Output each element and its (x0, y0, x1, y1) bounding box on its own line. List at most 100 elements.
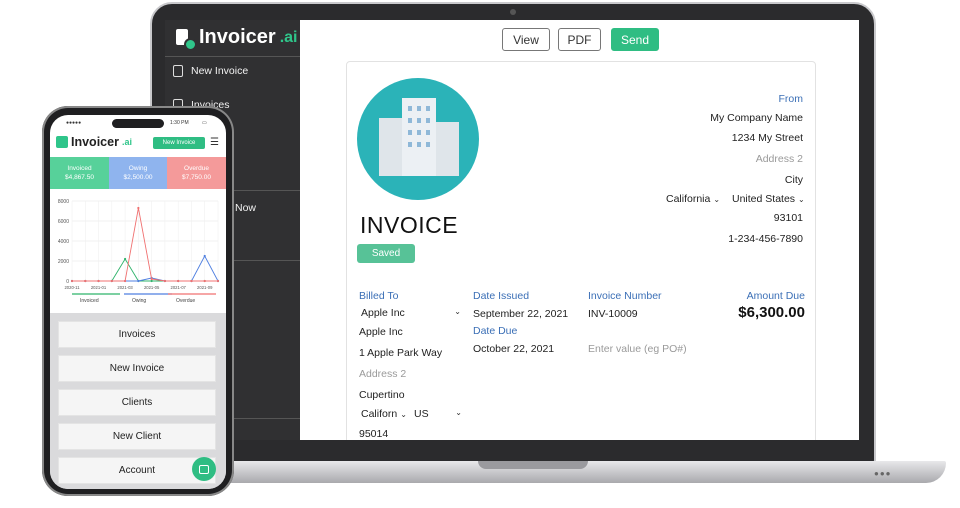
series-line (72, 258, 218, 282)
data-point (177, 279, 180, 283)
data-point (150, 279, 153, 283)
legend-label: Overdue (176, 298, 195, 304)
date-due-label: Date Due (473, 325, 518, 337)
billed-zip-field[interactable]: 95014 (359, 428, 388, 440)
client-select[interactable]: Apple Inc ⌄ (361, 307, 461, 319)
phone-new-invoice-button[interactable]: New Invoice (153, 137, 205, 149)
phone-screen: ●●●●● 1:30 PM ▭ Invoicer .ai New Invoice … (50, 115, 226, 489)
menu-clients-button[interactable]: Clients (58, 389, 216, 416)
stat-invoiced: Invoiced $4,867.50 (50, 157, 109, 189)
building-shape (402, 98, 436, 176)
billed-city-field[interactable]: Cupertino (359, 389, 405, 401)
y-tick-label: 6000 (58, 219, 69, 225)
data-point (150, 277, 153, 281)
y-tick-label: 8000 (58, 199, 69, 205)
series-line (72, 255, 219, 282)
menu-new-client-button[interactable]: New Client (58, 423, 216, 450)
stat-value: $2,500.00 (123, 174, 153, 181)
from-state-select[interactable]: California ⌄ (666, 193, 720, 205)
from-city-field[interactable]: City (785, 174, 803, 186)
sidebar-item-label: Now (235, 202, 257, 214)
x-tick-label: 2021-03 (117, 285, 133, 290)
stat-overdue: Overdue $7,750.00 (167, 157, 226, 189)
data-point (216, 279, 220, 283)
data-point (137, 206, 140, 210)
sidebar-divider (165, 56, 300, 57)
billed-name-field[interactable]: Apple Inc (359, 326, 403, 338)
po-number-field[interactable]: Enter value (eg PO#) (588, 343, 687, 355)
billed-to-label: Billed To (359, 290, 399, 302)
stat-owing: Owing $2,500.00 (109, 157, 167, 189)
hamburger-menu-icon[interactable]: ☰ (210, 137, 219, 148)
sidebar-item-label: New Invoice (191, 65, 249, 77)
company-logo-building-icon[interactable] (357, 78, 479, 200)
sidebar-item-partial-now[interactable]: Now (235, 202, 256, 214)
data-point (190, 279, 193, 283)
brand-logo[interactable]: Invoicer .ai (173, 26, 298, 51)
building-shape (379, 118, 403, 176)
send-button[interactable]: Send (611, 28, 659, 51)
x-tick-label: 2020-11 (64, 285, 80, 290)
data-point (123, 279, 127, 283)
billed-street-field[interactable]: 1 Apple Park Way (359, 347, 442, 359)
billed-address2-field[interactable]: Address 2 (359, 368, 406, 380)
legend-label: Invoiced (80, 298, 99, 304)
data-point (163, 279, 167, 283)
from-country-select[interactable]: United States ⌄ (732, 193, 805, 205)
billed-country-value: US (414, 408, 429, 420)
data-point (137, 279, 140, 283)
y-tick-label: 4000 (58, 239, 69, 245)
invoice-number-field[interactable]: INV-10009 (588, 308, 638, 320)
chevron-down-icon: ⌄ (455, 408, 462, 417)
amount-due-value: $6,300.00 (738, 304, 805, 321)
chat-support-button[interactable] (192, 457, 216, 481)
x-tick-label: 2021-01 (91, 285, 107, 290)
pdf-button[interactable]: PDF (558, 28, 601, 51)
chevron-down-icon: ⌄ (400, 410, 407, 419)
amount-due-label: Amount Due (746, 290, 805, 302)
from-label: From (778, 93, 804, 105)
webcam (510, 9, 516, 15)
legend-label: Owing (132, 298, 146, 304)
stat-label: Overdue (184, 165, 209, 172)
data-point (84, 279, 87, 283)
menu-new-invoice-button[interactable]: New Invoice (58, 355, 216, 382)
chevron-down-icon: ⌄ (454, 307, 461, 316)
from-country-value: United States (732, 193, 796, 205)
stat-value: $7,750.00 (182, 174, 211, 181)
brand-name: Invoicer (199, 26, 276, 48)
from-street-field[interactable]: 1234 My Street (732, 132, 803, 144)
brand-suffix: .ai (279, 28, 298, 46)
phone-brand-suffix: .ai (121, 137, 132, 147)
view-button[interactable]: View (502, 28, 550, 51)
date-issued-field[interactable]: September 22, 2021 (473, 308, 568, 320)
status-badge: Saved (357, 244, 415, 263)
laptop-screen: Invoicer.ai New Invoice Invoices nt Now … (165, 20, 859, 440)
from-address2-field[interactable]: Address 2 (756, 153, 803, 165)
status-time: 1:30 PM (170, 120, 189, 126)
data-point (110, 279, 113, 283)
from-zip-field[interactable]: 93101 (774, 212, 803, 224)
date-issued-label: Date Issued (473, 290, 530, 302)
phone-brand-name: Invoicer (71, 135, 119, 149)
menu-invoices-button[interactable]: Invoices (58, 321, 216, 348)
file-plus-icon (173, 65, 183, 77)
data-point (123, 257, 127, 261)
invoice-number-label: Invoice Number (588, 290, 662, 302)
data-point (203, 279, 206, 283)
from-company-field[interactable]: My Company Name (710, 112, 803, 124)
from-phone-field[interactable]: 1-234-456-7890 (728, 233, 803, 245)
series-line (72, 207, 218, 282)
invoice-logo-icon (56, 136, 68, 148)
sidebar-item-new-invoice[interactable]: New Invoice (173, 65, 248, 77)
billed-state-select[interactable]: Californ ⌄ (361, 408, 407, 420)
billed-country-select[interactable]: US ⌄ (414, 408, 462, 420)
billed-state-value: Californ (361, 408, 398, 420)
building-shape (435, 122, 459, 176)
battery-icon: ▭ (202, 120, 207, 126)
date-due-field[interactable]: October 22, 2021 (473, 343, 554, 355)
data-point (70, 279, 74, 283)
from-state-value: California (666, 193, 711, 205)
phone-brand-logo[interactable]: Invoicer .ai (56, 135, 132, 149)
invoice-title: INVOICE (360, 212, 459, 238)
